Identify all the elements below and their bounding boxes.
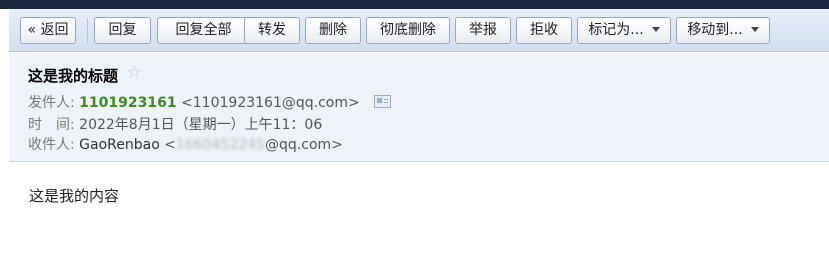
from-row: 发件人: 1101923161 <1101923161@qq.com> bbox=[28, 94, 392, 112]
mail-reader-window: « 返回 回复 回复全部 转发 删除 彻底删除 举报 拒收 标记为... 移动到… bbox=[0, 0, 829, 257]
reject-sender-button[interactable]: 拒收 bbox=[516, 17, 572, 44]
to-label: 收件人: bbox=[28, 137, 75, 153]
delete-button[interactable]: 删除 bbox=[305, 17, 361, 44]
recipient-address-prefix: < bbox=[164, 137, 176, 153]
star-outline-icon[interactable]: ☆ bbox=[126, 63, 142, 83]
recipient-name[interactable]: GaoRenbao bbox=[79, 137, 160, 153]
sender-address: <1101923161@qq.com> bbox=[181, 95, 360, 111]
reply-button-label: 回复 bbox=[108, 22, 137, 38]
chevron-down-icon bbox=[750, 26, 759, 32]
move-to-dropdown[interactable]: 移动到... bbox=[676, 17, 770, 44]
delete-permanently-button[interactable]: 彻底删除 bbox=[366, 17, 450, 44]
reply-all-button[interactable]: 回复全部 bbox=[157, 17, 250, 44]
from-label: 发件人: bbox=[28, 95, 75, 111]
forward-button[interactable]: 转发 bbox=[244, 17, 300, 44]
recipient-address-suffix: @qq.com> bbox=[265, 137, 343, 153]
time-row: 时 间: 2022年8月1日（星期一）上午11：06 bbox=[28, 116, 322, 134]
mail-header: 这是我的标题 ☆ 发件人: 1101923161 <1101923161@qq.… bbox=[9, 53, 829, 162]
mail-body: 这是我的内容 bbox=[29, 187, 120, 205]
back-button-label: « 返回 bbox=[27, 22, 69, 38]
contact-card-icon[interactable] bbox=[374, 95, 392, 108]
mark-as-dropdown-label: 标记为... bbox=[588, 22, 644, 38]
mail-subject: 这是我的标题 bbox=[28, 67, 119, 85]
sent-time: 2022年8月1日（星期一）上午11：06 bbox=[79, 117, 323, 133]
mark-as-dropdown[interactable]: 标记为... bbox=[577, 17, 671, 44]
top-bar bbox=[0, 0, 829, 9]
toolbar-divider bbox=[87, 18, 88, 43]
sender-name[interactable]: 1101923161 bbox=[79, 95, 176, 111]
report-spam-button-label: 举报 bbox=[469, 22, 497, 38]
mail-toolbar: « 返回 回复 回复全部 转发 删除 彻底删除 举报 拒收 标记为... 移动到… bbox=[9, 9, 829, 52]
move-to-dropdown-label: 移动到... bbox=[687, 22, 743, 38]
reply-button[interactable]: 回复 bbox=[94, 17, 151, 44]
to-row: 收件人: GaoRenbao <1660452245@qq.com> bbox=[28, 136, 343, 154]
recipient-address-redacted: 1660452245 bbox=[175, 137, 266, 153]
reply-all-button-label: 回复全部 bbox=[175, 22, 232, 38]
forward-button-label: 转发 bbox=[258, 22, 286, 38]
delete-permanently-button-label: 彻底删除 bbox=[380, 22, 436, 38]
time-label: 时 间: bbox=[28, 117, 75, 133]
back-button[interactable]: « 返回 bbox=[20, 17, 76, 44]
report-spam-button[interactable]: 举报 bbox=[455, 17, 511, 44]
delete-button-label: 删除 bbox=[319, 22, 347, 38]
chevron-down-icon bbox=[651, 26, 660, 32]
reject-sender-button-label: 拒收 bbox=[530, 22, 558, 38]
left-margin bbox=[0, 9, 9, 257]
